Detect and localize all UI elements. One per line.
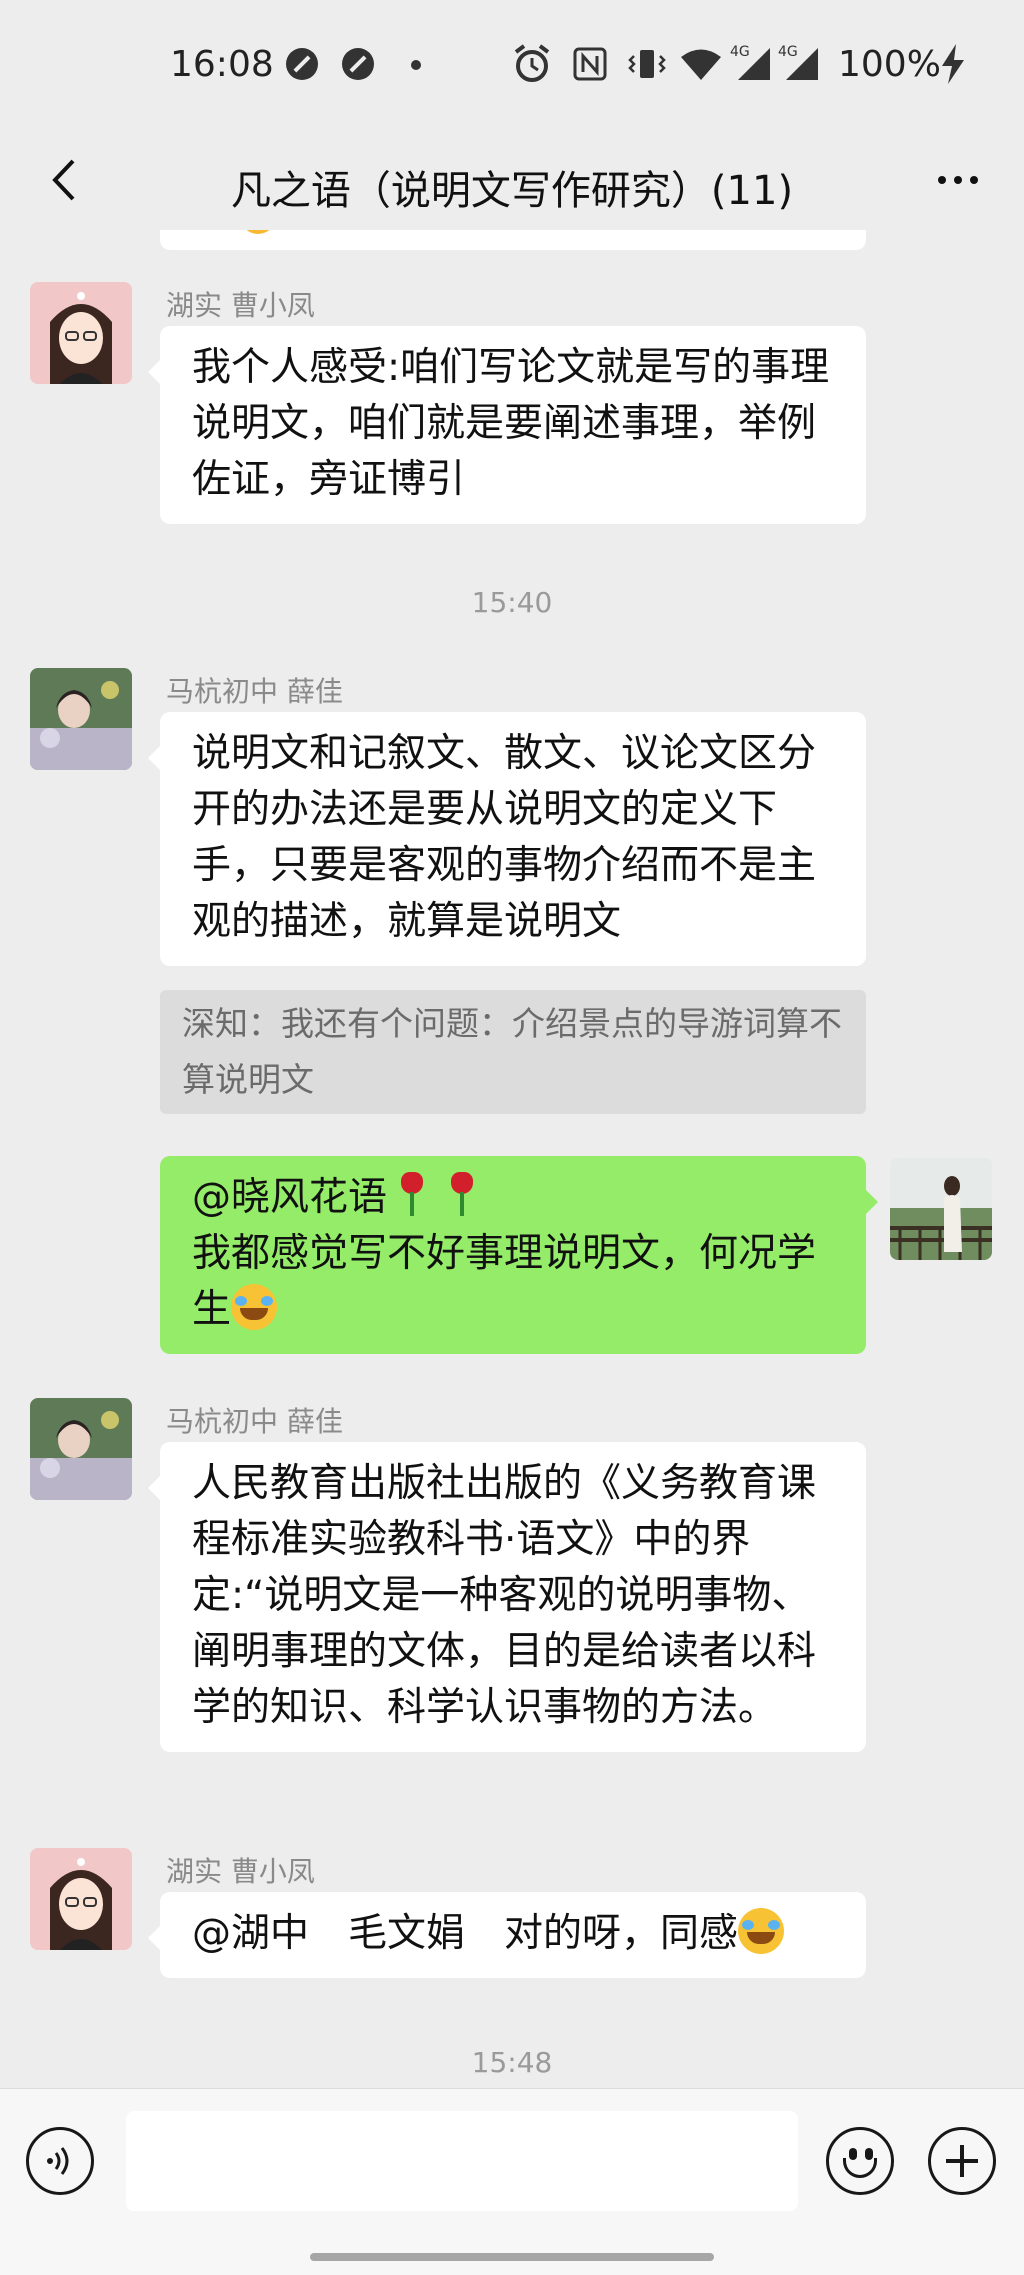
emoji-icon xyxy=(240,230,276,234)
message-bubble[interactable]: 我个人感受:咱们写论文就是写的事理说明文，咱们就是要阐述事理，举例佐证，旁证博引 xyxy=(148,326,866,524)
alarm-icon xyxy=(514,44,550,82)
status-time: 16:08 xyxy=(170,44,274,85)
do-not-disturb-icon xyxy=(286,48,318,80)
self-message-bubble[interactable]: @晓风花语 我都感觉写不好事理说明文，何况学生 xyxy=(160,1156,878,1354)
chat-title: 凡之语（说明文写作研究）(11) xyxy=(230,168,794,214)
notification-dot-icon xyxy=(411,60,421,70)
svg-text:4G: 4G xyxy=(778,44,798,60)
avatar-self[interactable] xyxy=(890,1158,992,1260)
avatar-xue-jia[interactable] xyxy=(30,1398,132,1500)
voice-input-icon[interactable] xyxy=(26,2127,94,2195)
message-timestamp: 15:48 xyxy=(471,2046,553,2079)
nfc-icon xyxy=(573,47,607,81)
charging-icon xyxy=(942,44,964,84)
battery-percentage: 100% xyxy=(838,44,941,85)
laugh-cry-emoji-icon xyxy=(738,1908,785,1954)
rose-icon xyxy=(445,1170,479,1216)
sender-name: 湖实 曹小凤 xyxy=(166,289,315,322)
more-actions-plus-icon[interactable] xyxy=(928,2127,996,2195)
sender-name: 马杭初中 薛佳 xyxy=(166,675,343,708)
home-indicator[interactable] xyxy=(310,2253,714,2261)
avatar-cao-xiaofeng[interactable] xyxy=(30,1848,132,1950)
signal-4g-icon: 4G xyxy=(778,44,818,80)
more-options-icon[interactable] xyxy=(928,152,988,208)
avatar-xue-jia[interactable] xyxy=(30,668,132,770)
message-timestamp: 15:40 xyxy=(471,586,553,619)
do-not-disturb-icon xyxy=(342,48,374,80)
signal-4g-icon: 4G xyxy=(730,44,770,80)
message-bubble[interactable]: @湖中 毛文娟 对的呀，同感 xyxy=(148,1892,866,1978)
mention-text: @晓风花语 xyxy=(192,1175,388,1220)
quoted-message[interactable]: 深知：我还有个问题：介绍景点的导游词算不算说明文 xyxy=(160,990,866,1114)
message-text: 我都感觉写不好事理说明文，何况学生 xyxy=(192,1231,817,1332)
chat-message-list[interactable]: 湖实 曹小凤 我个人感受:咱们写论文就是写的事理说明文，咱们就是要阐述事理，举例… xyxy=(0,230,1024,2090)
partial-message-bubble xyxy=(160,230,866,250)
vibrate-icon xyxy=(628,50,666,78)
chat-header: 凡之语（说明文写作研究）(11) xyxy=(0,130,1024,230)
sender-name: 马杭初中 薛佳 xyxy=(166,1405,343,1438)
message-text-input[interactable] xyxy=(126,2111,798,2211)
wifi-icon xyxy=(681,49,721,80)
emoji-picker-icon[interactable] xyxy=(826,2127,894,2195)
svg-text:4G: 4G xyxy=(730,44,750,60)
avatar-cao-xiaofeng[interactable] xyxy=(30,282,132,384)
message-bubble[interactable]: 说明文和记叙文、散文、议论文区分开的办法还是要从说明文的定义下手，只要是客观的事… xyxy=(148,712,866,966)
message-bubble[interactable]: 人民教育出版社出版的《义务教育课程标准实验教科书·语文》中的界定:“说明文是一种… xyxy=(148,1442,866,1752)
laugh-cry-emoji-icon xyxy=(231,1284,278,1330)
message-text: @湖中 毛文娟 对的呀，同感 xyxy=(192,1911,739,1956)
message-input-bar xyxy=(0,2088,1024,2275)
sender-name: 湖实 曹小凤 xyxy=(166,1855,315,1888)
rose-icon xyxy=(395,1170,429,1216)
status-bar: 16:08 4G 4G 100% xyxy=(0,0,1024,130)
